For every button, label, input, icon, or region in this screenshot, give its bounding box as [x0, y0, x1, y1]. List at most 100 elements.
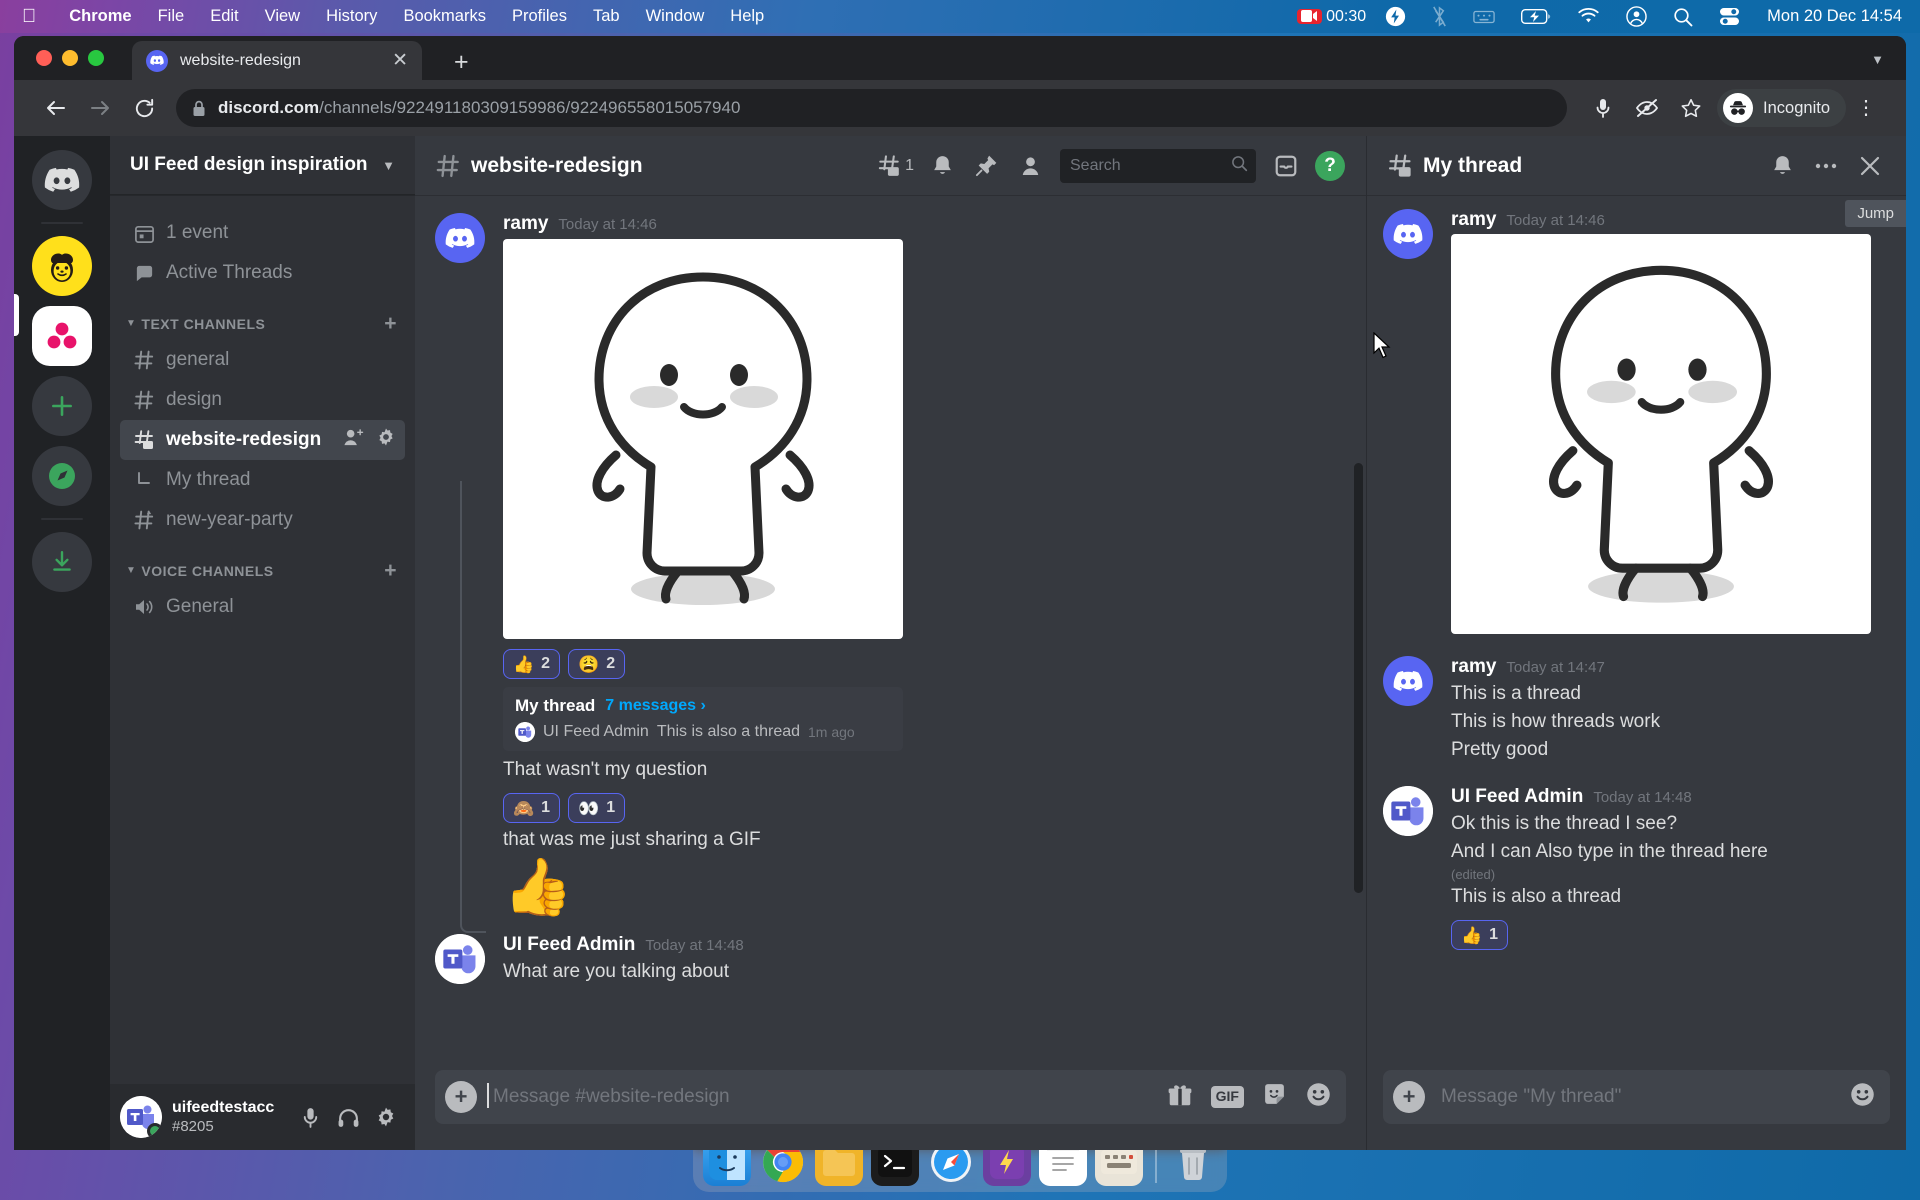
avatar[interactable] — [435, 933, 485, 984]
category-voice-channels[interactable]: ▼ VOICE CHANNELS + — [110, 540, 415, 587]
add-server-button[interactable] — [32, 376, 92, 436]
menu-file[interactable]: File — [145, 7, 198, 26]
menu-bookmarks[interactable]: Bookmarks — [390, 7, 499, 26]
user-settings-gear-icon[interactable] — [367, 1098, 405, 1136]
notification-bell-icon[interactable] — [920, 144, 964, 188]
category-text-channels[interactable]: ▼ TEXT CHANNELS + — [110, 293, 415, 340]
battery-charging-icon[interactable] — [1508, 9, 1564, 24]
user-info[interactable]: uifeedtestacc #8205 — [172, 1099, 291, 1135]
incognito-profile-chip[interactable]: Incognito — [1717, 89, 1846, 127]
menu-window[interactable]: Window — [633, 7, 718, 26]
apple-logo-icon[interactable]:  — [22, 7, 36, 26]
message-author[interactable]: UI Feed Admin — [503, 934, 635, 956]
gif-icon[interactable]: GIF — [1210, 1086, 1244, 1108]
download-apps-button[interactable] — [32, 532, 92, 592]
emoji-icon[interactable] — [1305, 1081, 1332, 1113]
message-composer[interactable]: + Message #website-redesign GIF — [435, 1070, 1346, 1124]
sidebar-item-mailchimp-server[interactable] — [32, 236, 92, 296]
sidebar-item-new-year-party[interactable]: new-year-party — [120, 500, 405, 540]
message-author[interactable]: ramy — [1451, 656, 1496, 678]
create-voice-channel-button[interactable]: + — [384, 560, 397, 581]
add-members-icon[interactable] — [343, 428, 364, 453]
sidebar-item-voice-general[interactable]: General — [120, 587, 405, 627]
add-attachment-icon[interactable]: + — [1393, 1081, 1425, 1113]
tab-search-chevron-icon[interactable]: ▼ — [1871, 52, 1884, 67]
sticker-icon[interactable] — [1262, 1082, 1287, 1112]
server-header[interactable]: UI Feed design inspiration ▼ — [110, 136, 415, 195]
message-attachment-gif[interactable] — [503, 239, 903, 639]
avatar[interactable] — [1383, 656, 1433, 706]
reaction[interactable]: 👍 1 — [1451, 920, 1509, 951]
kebab-menu-icon[interactable]: ⋮ — [1846, 98, 1886, 118]
eye-slash-icon[interactable] — [1625, 86, 1669, 130]
forward-arrow-icon[interactable] — [78, 86, 122, 130]
menu-help[interactable]: Help — [717, 7, 777, 26]
avatar[interactable] — [435, 213, 485, 263]
help-icon[interactable]: ? — [1308, 144, 1352, 188]
channel-settings-gear-icon[interactable] — [376, 427, 396, 453]
search-input[interactable]: Search — [1060, 148, 1256, 183]
browser-tab[interactable]: website-redesign ✕ — [132, 41, 422, 80]
menu-tab[interactable]: Tab — [580, 7, 633, 26]
menu-profiles[interactable]: Profiles — [499, 7, 580, 26]
menu-view[interactable]: View — [252, 7, 313, 26]
sidebar-item-general[interactable]: general — [120, 340, 405, 380]
reaction[interactable]: 👍 2 — [503, 649, 561, 679]
sidebar-item-design[interactable]: design — [120, 380, 405, 420]
gift-icon[interactable] — [1167, 1082, 1193, 1113]
headphones-icon[interactable] — [329, 1098, 367, 1136]
close-tab-icon[interactable]: ✕ — [392, 51, 408, 70]
microphone-icon[interactable] — [1581, 86, 1625, 130]
message-input[interactable]: Message #website-redesign — [487, 1083, 1167, 1108]
reaction[interactable]: 🙈 1 — [503, 793, 561, 824]
thread-preview-card[interactable]: My thread 7 messages › UI Feed Admin Thi… — [503, 687, 903, 751]
close-window-button[interactable] — [36, 50, 52, 66]
back-arrow-icon[interactable] — [34, 86, 78, 130]
message-author[interactable]: ramy — [1451, 209, 1496, 231]
menu-edit[interactable]: Edit — [197, 7, 251, 26]
menu-history[interactable]: History — [313, 7, 390, 26]
message-author[interactable]: UI Feed Admin — [1451, 786, 1583, 808]
thread-preview-count[interactable]: 7 messages › — [605, 697, 706, 715]
keyboard-icon[interactable] — [1460, 9, 1508, 25]
thread-message-list[interactable]: Jump ramy Today at 14:46 ramy Today at 1… — [1367, 195, 1906, 1070]
thread-message-input[interactable]: Message "My thread" — [1441, 1086, 1849, 1108]
message-list[interactable]: ramy Today at 14:46 👍 2 😩 2 My thread 7 … — [415, 195, 1366, 1070]
spotlight-search-icon[interactable] — [1660, 7, 1706, 27]
sidebar-item-my-thread[interactable]: My thread — [120, 460, 405, 500]
maximize-window-button[interactable] — [88, 50, 104, 66]
bolt-icon[interactable] — [1372, 6, 1419, 27]
reaction[interactable]: 😩 2 — [568, 649, 626, 679]
explore-servers-button[interactable] — [32, 446, 92, 506]
sidebar-item-home[interactable] — [32, 150, 92, 210]
microphone-icon[interactable] — [291, 1098, 329, 1136]
sidebar-item-events[interactable]: 1 event — [120, 213, 405, 253]
menu-chrome[interactable]: Chrome — [56, 7, 144, 26]
reload-icon[interactable] — [122, 86, 166, 130]
message-author[interactable]: ramy — [503, 213, 548, 235]
sidebar-item-active-threads[interactable]: Active Threads — [120, 253, 405, 293]
message-attachment-gif[interactable] — [1451, 234, 1871, 634]
inbox-icon[interactable] — [1264, 144, 1308, 188]
sidebar-item-ui-feed-server[interactable] — [32, 306, 92, 366]
thread-message-composer[interactable]: + Message "My thread" — [1383, 1070, 1890, 1124]
member-list-icon[interactable] — [1008, 144, 1052, 188]
wifi-icon[interactable] — [1564, 8, 1613, 25]
control-center-icon[interactable] — [1706, 7, 1753, 26]
menu-bar-clock[interactable]: Mon 20 Dec 14:54 — [1753, 7, 1902, 26]
emoji-icon[interactable] — [1849, 1081, 1876, 1113]
close-icon[interactable] — [1848, 144, 1892, 188]
avatar[interactable] — [1383, 785, 1433, 836]
add-attachment-icon[interactable]: + — [445, 1081, 477, 1113]
star-icon[interactable] — [1669, 86, 1713, 130]
user-account-icon[interactable] — [1613, 6, 1660, 27]
create-channel-button[interactable]: + — [384, 313, 397, 334]
screen-recording-indicator[interactable]: 00:30 — [1284, 8, 1372, 26]
bluetooth-off-icon[interactable] — [1419, 6, 1460, 27]
notification-bell-icon[interactable] — [1760, 144, 1804, 188]
threads-icon[interactable] — [867, 144, 911, 188]
pinned-messages-icon[interactable] — [964, 144, 1008, 188]
avatar[interactable] — [120, 1096, 162, 1138]
avatar[interactable] — [1383, 209, 1433, 259]
address-bar[interactable]: discord.com/channels/922491180309159986/… — [176, 89, 1568, 127]
